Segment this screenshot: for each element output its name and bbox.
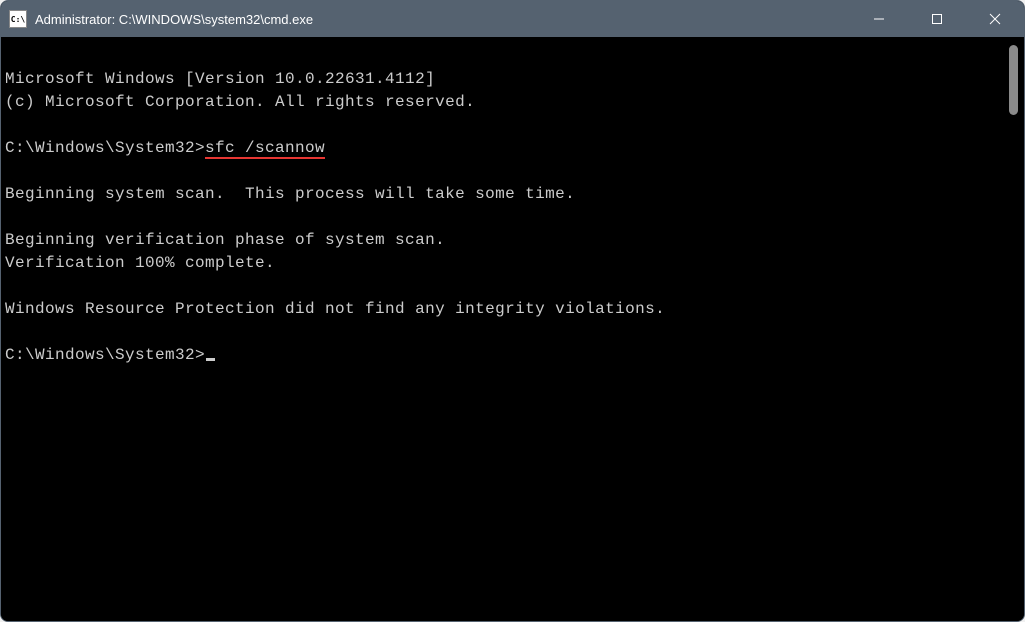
- output-line: Beginning verification phase of system s…: [5, 229, 1006, 252]
- blank-line: [5, 206, 1006, 229]
- minimize-icon: [873, 13, 885, 25]
- close-icon: [989, 13, 1001, 25]
- cmd-icon: C:\: [9, 10, 27, 28]
- output-line: Microsoft Windows [Version 10.0.22631.41…: [5, 68, 1006, 91]
- blank-line: [5, 114, 1006, 137]
- scrollbar-thumb[interactable]: [1009, 45, 1018, 115]
- terminal-content: Microsoft Windows [Version 10.0.22631.41…: [5, 45, 1006, 617]
- output-line: Windows Resource Protection did not find…: [5, 298, 1006, 321]
- prompt-line: C:\Windows\System32>sfc /scannow: [5, 137, 1006, 160]
- terminal-body[interactable]: Microsoft Windows [Version 10.0.22631.41…: [1, 37, 1024, 621]
- window-controls: [850, 1, 1024, 37]
- minimize-button[interactable]: [850, 1, 908, 37]
- close-button[interactable]: [966, 1, 1024, 37]
- output-line: Beginning system scan. This process will…: [5, 183, 1006, 206]
- titlebar[interactable]: C:\ Administrator: C:\WINDOWS\system32\c…: [1, 1, 1024, 37]
- blank-line: [5, 275, 1006, 298]
- scrollbar[interactable]: [1006, 45, 1020, 617]
- prompt-path: C:\Windows\System32>: [5, 346, 205, 364]
- maximize-button[interactable]: [908, 1, 966, 37]
- cmd-window: C:\ Administrator: C:\WINDOWS\system32\c…: [0, 0, 1025, 622]
- cmd-icon-text: C:\: [11, 15, 25, 24]
- prompt-line: C:\Windows\System32>: [5, 344, 1006, 367]
- output-line: Verification 100% complete.: [5, 252, 1006, 275]
- blank-line: [5, 321, 1006, 344]
- window-title: Administrator: C:\WINDOWS\system32\cmd.e…: [35, 12, 850, 27]
- maximize-icon: [931, 13, 943, 25]
- command-text: sfc /scannow: [205, 139, 325, 159]
- blank-line: [5, 160, 1006, 183]
- prompt-path: C:\Windows\System32>: [5, 139, 205, 157]
- cursor-icon: [206, 358, 215, 361]
- output-line: (c) Microsoft Corporation. All rights re…: [5, 91, 1006, 114]
